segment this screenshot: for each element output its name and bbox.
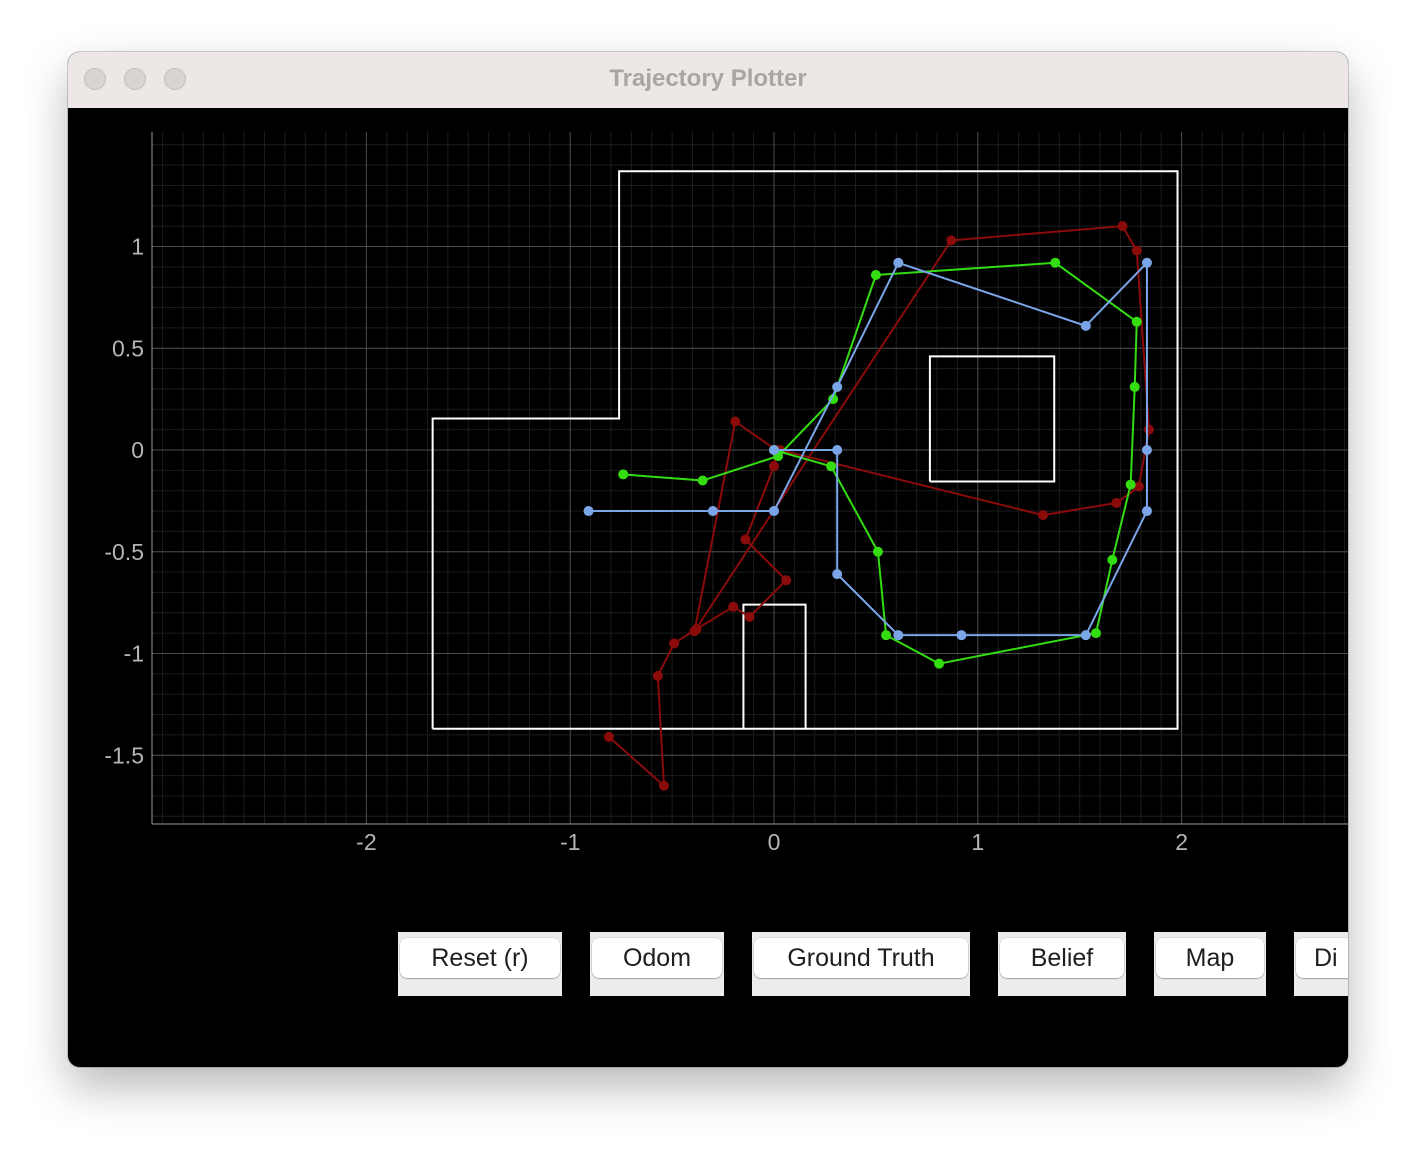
odom-point [652,670,663,681]
x-tick-label: -2 [356,829,376,855]
map-toggle-button[interactable]: Map [1156,938,1264,978]
odom-button-frame: Odom [590,932,724,996]
x-tick-label: -1 [560,829,580,855]
y-tick-label: 0.5 [112,335,144,361]
ground_truth-point [697,475,708,486]
x-tick-label: 0 [768,829,781,855]
ground_truth-point [872,546,883,557]
odom-point [689,626,700,637]
x-tick-label: 2 [1175,829,1188,855]
x-tick-label: 1 [971,829,984,855]
belief-point [832,381,843,392]
ground_truth-point [618,469,629,480]
y-tick-label: -1 [124,641,144,667]
odom-point [1143,424,1154,435]
reset-button-frame: Reset (r) [398,932,562,996]
odom-point [1117,221,1128,232]
distribution-toggle-button[interactable]: Di [1296,938,1348,978]
odom-point [728,601,739,612]
title-bar[interactable]: Trajectory Plotter [68,52,1348,109]
belief-point [832,569,843,580]
distribution-button-bg: Di [1294,932,1348,996]
odom-point [744,611,755,622]
y-tick-label: -1.5 [104,742,144,768]
reset-button[interactable]: Reset (r) [400,938,560,978]
belief-point [832,445,843,455]
belief-point [1141,445,1152,455]
y-tick-label: 1 [131,234,144,260]
belief-button-frame: Belief [998,932,1126,996]
y-tick-label: 0 [131,437,144,463]
odom-toggle-button[interactable]: Odom [592,938,722,978]
app-window: Trajectory Plotter -2 -1 0 1 2 1 0.5 0 -0.5 -1 -1.… [68,52,1348,1067]
odom-point [658,780,669,791]
y-tick-label: -0.5 [104,539,144,565]
belief-point [1141,506,1152,517]
odom-point [946,235,957,246]
odom-point [1038,510,1049,521]
ground_truth-point [1091,628,1102,639]
plot-area[interactable]: -2 -1 0 1 2 1 0.5 0 -0.5 -1 -1.5 [68,108,1348,1067]
belief-point [1080,630,1091,641]
ground_truth-point [826,461,837,472]
odom-point [781,575,792,586]
odom-point [769,461,779,472]
odom-point [1111,497,1122,508]
ground_truth-point [1107,554,1118,565]
odom-point [669,638,680,649]
trajectory-chart[interactable]: -2 -1 0 1 2 1 0.5 0 -0.5 -1 -1.5 [68,108,1348,1067]
ground_truth-point [1125,479,1136,490]
odom-point [740,534,751,545]
ground-truth-button-frame: Ground Truth [752,932,970,996]
ground_truth-point [1129,381,1140,392]
belief-point [769,506,779,517]
odom-point [730,416,741,427]
belief-point [893,257,904,268]
ground_truth-point [1131,316,1142,327]
belief-toggle-button[interactable]: Belief [1000,938,1124,978]
belief-point [1141,257,1152,268]
plot-background [68,108,1348,1067]
odom-point [603,731,614,742]
belief-point [956,630,967,641]
ground-truth-toggle-button[interactable]: Ground Truth [754,938,968,978]
distribution-button-frame: Di [1294,932,1348,996]
belief-point [893,630,904,641]
odom-point [1131,245,1142,256]
ground_truth-point [1050,257,1061,268]
map-button-frame: Map [1154,932,1266,996]
ground_truth-point [881,630,892,641]
belief-point [583,506,594,517]
belief-point [707,506,718,517]
ground_truth-point [870,269,881,280]
window-title: Trajectory Plotter [609,65,807,92]
belief-point [769,445,779,455]
belief-point [1080,320,1091,331]
ground_truth-point [934,658,945,669]
